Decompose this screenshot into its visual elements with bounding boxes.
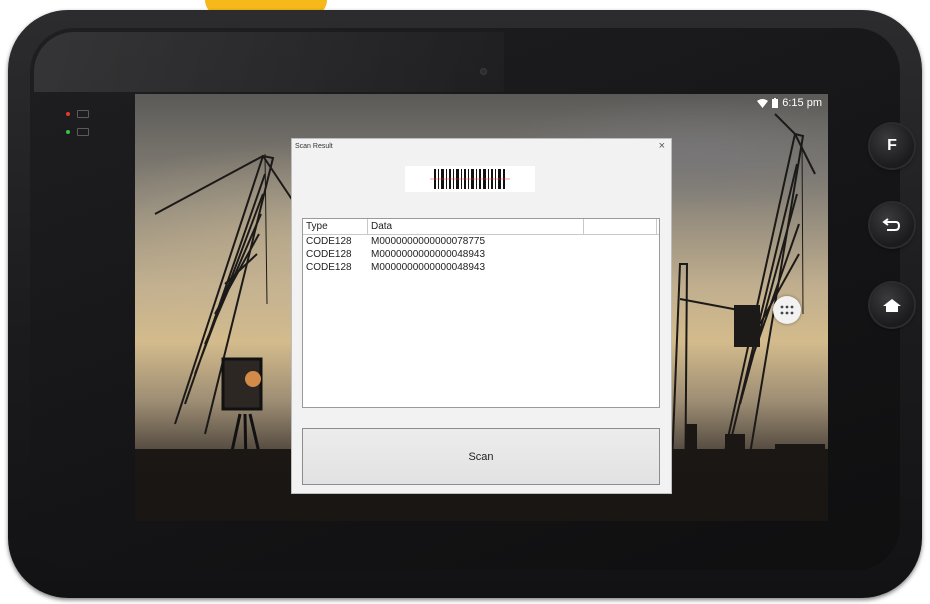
scan-result-dialog: Scan Result × Type Data CODE128 M0000000… [291,138,672,494]
back-arrow-icon [882,218,901,231]
f-button[interactable]: F [870,124,914,168]
list-item[interactable]: CODE128 M0000000000000078775 [303,235,659,248]
dialog-title: Scan Result [295,143,333,150]
charge-outline-icon [77,128,89,136]
battery-outline-icon [77,110,89,118]
row-data: M0000000000000048943 [371,249,485,260]
scan-button[interactable]: Scan [302,428,660,485]
status-bar: 6:15 pm [757,97,822,109]
scan-results-list[interactable]: Type Data CODE128 M0000000000000078775 C… [302,218,660,408]
row-type: CODE128 [306,249,352,260]
column-header-spacer [584,219,657,234]
green-led [66,130,70,134]
red-led [66,112,70,116]
barcode-icon [430,169,510,189]
barcode-image [405,166,535,192]
row-data: M0000000000000048943 [371,262,485,273]
wifi-icon [757,98,769,108]
list-item[interactable]: CODE128 M0000000000000048943 [303,248,659,261]
list-header: Type Data [303,219,659,235]
status-led-indicator [66,128,89,136]
power-led-indicator [66,110,89,118]
status-time: 6:15 pm [782,97,822,109]
back-button[interactable] [870,203,914,247]
home-button[interactable] [870,283,914,327]
column-header-type[interactable]: Type [303,219,368,234]
column-header-data[interactable]: Data [368,219,584,234]
app-grid-icon [780,305,794,315]
row-data: M0000000000000078775 [371,236,485,247]
home-icon [883,299,901,312]
bezel-shine [34,32,504,92]
list-item[interactable]: CODE128 M0000000000000048943 [303,261,659,274]
battery-icon [772,98,779,108]
row-type: CODE128 [306,236,352,247]
close-icon[interactable]: × [659,141,665,152]
row-type: CODE128 [306,262,352,273]
app-drawer-button[interactable] [773,296,801,324]
front-camera [480,68,487,75]
